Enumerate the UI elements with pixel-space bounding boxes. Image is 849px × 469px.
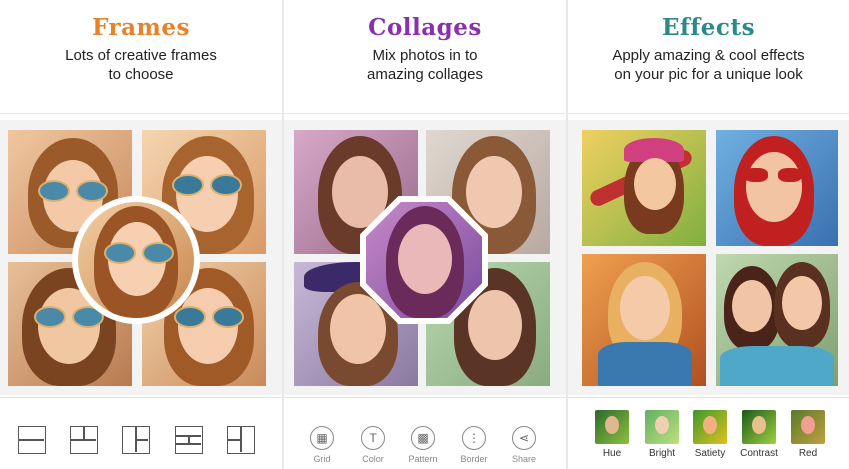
effect-hue[interactable]: Hue bbox=[590, 410, 634, 459]
frames-panel: Frames Lots of creative frames to choose bbox=[0, 0, 282, 469]
frame-center-circle[interactable] bbox=[72, 196, 200, 324]
pattern-icon: ▩ bbox=[411, 426, 435, 450]
divider bbox=[284, 113, 566, 114]
color-icon: T bbox=[361, 426, 385, 450]
bright-label: Bright bbox=[648, 448, 676, 459]
divider bbox=[284, 397, 566, 398]
effect-photo-bottom-right[interactable] bbox=[716, 254, 838, 386]
hue-thumbnail bbox=[595, 410, 629, 444]
grid-label: Grid bbox=[313, 454, 331, 464]
frames-subtitle: Lots of creative frames to choose bbox=[0, 46, 282, 84]
effects-canvas bbox=[568, 120, 849, 395]
effects-panel: Effects Apply amazing & cool effects on … bbox=[568, 0, 849, 469]
face bbox=[330, 294, 386, 364]
face bbox=[634, 158, 676, 210]
effect-photo-bottom-left[interactable] bbox=[582, 254, 706, 386]
sunglasses bbox=[172, 174, 242, 196]
effect-photo-top-right[interactable] bbox=[716, 130, 838, 246]
grid-icon: ▦ bbox=[310, 426, 334, 450]
contrast-label: Contrast bbox=[740, 448, 778, 459]
share-tool[interactable]: ⋖ Share bbox=[506, 426, 542, 464]
effect-satiety[interactable]: Satiety bbox=[688, 410, 732, 459]
bright-thumbnail bbox=[645, 410, 679, 444]
effects-subtitle-line-1: Apply amazing & cool effects bbox=[612, 47, 805, 64]
clothing bbox=[720, 346, 834, 386]
red-label: Red bbox=[798, 448, 818, 459]
layout-two-rows-icon[interactable] bbox=[18, 426, 46, 454]
effects-title: Effects bbox=[661, 14, 756, 41]
layout-grid-a-icon[interactable] bbox=[70, 426, 98, 454]
divider bbox=[568, 397, 849, 398]
face bbox=[620, 276, 670, 340]
face bbox=[782, 276, 822, 330]
frames-canvas bbox=[0, 120, 282, 395]
frames-subtitle-line-2: to choose bbox=[108, 66, 174, 83]
frames-title: Frames bbox=[92, 14, 190, 41]
color-label: Color bbox=[362, 454, 384, 464]
divider bbox=[0, 397, 282, 398]
share-icon: ⋖ bbox=[512, 426, 536, 450]
effects-subtitle-line-2: on your pic for a unique look bbox=[614, 66, 803, 83]
layout-grid-c-icon[interactable] bbox=[227, 426, 255, 454]
effect-contrast[interactable]: Contrast bbox=[737, 410, 781, 459]
collages-canvas bbox=[284, 120, 566, 395]
grid-tool[interactable]: ▦ Grid bbox=[304, 426, 340, 464]
collage-toolbar: ▦ Grid T Color ▩ Pattern ⋮ Border ⋖ Shar… bbox=[284, 410, 566, 466]
contrast-thumbnail bbox=[742, 410, 776, 444]
frames-toolbar bbox=[0, 410, 282, 466]
sunglasses bbox=[744, 168, 804, 182]
layout-grid-b-icon[interactable] bbox=[122, 426, 150, 454]
collages-subtitle: Mix photos in to amazing collages bbox=[284, 46, 566, 84]
face bbox=[466, 156, 522, 228]
effects-subtitle: Apply amazing & cool effects on your pic… bbox=[568, 46, 849, 84]
effect-photo-top-left[interactable] bbox=[582, 130, 706, 246]
face bbox=[746, 152, 802, 222]
red-thumbnail bbox=[791, 410, 825, 444]
border-label: Border bbox=[460, 454, 488, 464]
frames-subtitle-line-1: Lots of creative frames bbox=[65, 47, 217, 64]
color-tool[interactable]: T Color bbox=[355, 426, 391, 464]
collages-panel: Collages Mix photos in to amazing collag… bbox=[284, 0, 566, 469]
sunglasses bbox=[104, 242, 174, 264]
effect-bright[interactable]: Bright bbox=[640, 410, 684, 459]
denim-jacket bbox=[598, 342, 692, 386]
pattern-label: Pattern bbox=[408, 454, 438, 464]
border-tool[interactable]: ⋮ Border bbox=[456, 426, 492, 464]
divider bbox=[0, 113, 282, 114]
share-label: Share bbox=[511, 454, 537, 464]
layout-three-rows-icon[interactable] bbox=[175, 426, 203, 454]
hue-label: Hue bbox=[602, 448, 622, 459]
collages-subtitle-line-1: Mix photos in to bbox=[372, 47, 478, 64]
face bbox=[398, 224, 452, 294]
collage-center-octagon[interactable] bbox=[360, 196, 488, 324]
border-icon: ⋮ bbox=[462, 426, 486, 450]
sunglasses bbox=[38, 180, 108, 202]
satiety-label: Satiety bbox=[694, 448, 726, 459]
satiety-thumbnail bbox=[693, 410, 727, 444]
effects-toolbar: Hue Bright Satiety Contrast Red bbox=[568, 410, 849, 466]
collages-title: Collages bbox=[368, 14, 482, 41]
collages-subtitle-line-2: amazing collages bbox=[367, 66, 483, 83]
effect-red[interactable]: Red bbox=[786, 410, 830, 459]
pattern-tool[interactable]: ▩ Pattern bbox=[405, 426, 441, 464]
face bbox=[468, 290, 522, 360]
divider bbox=[568, 113, 849, 114]
face bbox=[732, 280, 772, 332]
sunglasses bbox=[174, 306, 244, 328]
